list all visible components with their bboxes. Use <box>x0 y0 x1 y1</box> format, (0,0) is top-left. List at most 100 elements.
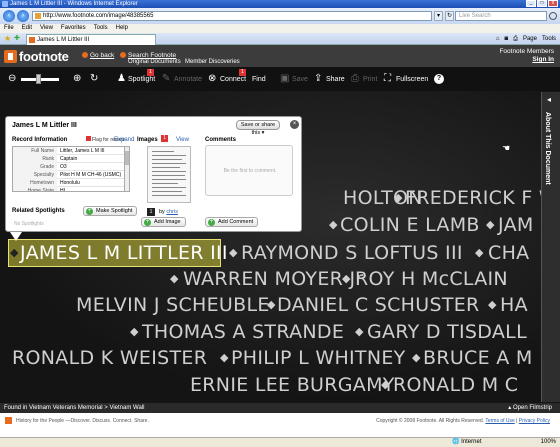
add-image-button[interactable]: + Add Image <box>141 217 186 227</box>
zoom-slider-thumb[interactable] <box>36 74 42 84</box>
menu-file[interactable]: File <box>4 24 14 33</box>
wall-name-bruce: BRUCE A M <box>423 347 533 369</box>
menu-favorites[interactable]: Favorites <box>61 24 86 33</box>
privacy-link[interactable]: Privacy Policy <box>519 418 550 424</box>
images-heading: Images <box>137 137 158 143</box>
member-discoveries-link[interactable]: Member Discoveries <box>185 59 240 65</box>
back-arrow-icon[interactable]: ‹ <box>3 10 15 22</box>
maximize-button[interactable]: □ <box>537 0 547 7</box>
terms-link[interactable]: Terms of Use <box>485 418 514 424</box>
menu-help[interactable]: Help <box>116 24 128 33</box>
go-back-icon <box>82 52 88 59</box>
feeds-icon[interactable]: ◙ <box>505 35 509 43</box>
record-key: Full Name <box>13 147 57 155</box>
viewer-toolbar: ⊖ ⊕ ↻ ♟ Spotlight 1 ✎ Annotate ⊗ Connect… <box>0 67 560 91</box>
connect-count-badge: 1 <box>239 69 246 76</box>
record-scrollbar[interactable] <box>124 146 130 192</box>
document-thumbnail[interactable] <box>147 146 191 203</box>
expand-link[interactable]: Expand <box>114 137 134 143</box>
plus-icon: + <box>208 219 215 226</box>
connect-button[interactable]: Connect <box>220 75 246 84</box>
save-button[interactable]: Save <box>292 75 308 84</box>
menu-tools[interactable]: Tools <box>94 24 108 33</box>
tools-menu[interactable]: Tools <box>542 35 556 43</box>
sign-in-label: Sign In <box>532 56 554 63</box>
menu-edit[interactable]: Edit <box>22 24 32 33</box>
zoom-out-icon[interactable]: ⊖ <box>8 73 16 84</box>
annotate-button[interactable]: Annotate <box>174 75 202 84</box>
wall-name-james-littler: JAMES L M LITTLER III <box>20 242 228 264</box>
spotlight-count-badge: 1 <box>147 69 154 76</box>
found-in-text: Found in Vietnam Veterans Memorial > Vie… <box>4 405 145 411</box>
open-filmstrip-link[interactable]: ▴ Open Filmstrip <box>508 403 552 413</box>
search-footnote-link[interactable]: Search Footnote <box>120 52 176 59</box>
live-search-input[interactable]: Live Search <box>455 11 547 21</box>
window-title: James L M Littler III - Windows Internet… <box>10 1 138 7</box>
record-info-heading: Record Information <box>12 137 68 143</box>
first-comment-text: Be the first to comment. <box>223 168 277 174</box>
menu-bar: File Edit View Favorites Tools Help <box>0 24 560 33</box>
record-scroll-thumb[interactable] <box>125 151 129 165</box>
make-spotlight-label: Make Spotlight <box>96 208 133 214</box>
search-icon[interactable] <box>549 12 557 20</box>
add-favorites-icon[interactable]: ✚ <box>14 35 20 43</box>
home-icon[interactable]: ⌂ <box>496 35 500 43</box>
favorites-star-icon[interactable]: ★ <box>4 35 11 43</box>
record-row: Full Name Littler, James L M III <box>13 147 129 155</box>
wall-diamond: ◆ <box>342 273 351 285</box>
original-documents-link[interactable]: Original Documents <box>128 59 181 65</box>
fullscreen-button[interactable]: Fullscreen <box>396 75 428 84</box>
footnote-footer-icon <box>5 417 12 424</box>
record-row: Grade O3 <box>13 163 129 171</box>
wall-diamond: ◆ <box>486 219 495 231</box>
print-icon[interactable]: ⎙ <box>513 35 518 43</box>
record-value: Pilot H M M CH-46 (USMC) <box>60 172 122 178</box>
save-share-label: Save or share this <box>240 122 276 136</box>
make-spotlight-button[interactable]: + Make Spotlight <box>83 206 138 216</box>
add-comment-button[interactable]: + Add Comment <box>205 217 259 227</box>
wall-diamond: ◆ <box>394 192 403 204</box>
spotlight-card: James L M Littler III Save or share this… <box>5 116 302 232</box>
user-link[interactable]: chris <box>166 209 178 215</box>
save-share-button[interactable]: Save or share this ▾ <box>236 120 280 136</box>
share-button[interactable]: Share <box>326 75 345 84</box>
address-input[interactable]: http://www.footnote.com/image/48385565 <box>32 11 432 21</box>
address-url: http://www.footnote.com/image/48385565 <box>43 13 154 19</box>
zoom-in-icon[interactable]: ⊕ <box>73 73 81 84</box>
record-key: Hometown <box>13 179 57 187</box>
view-images-link[interactable]: View <box>176 137 189 143</box>
refresh-icon[interactable]: ↻ <box>445 11 454 21</box>
print-button[interactable]: Print <box>363 75 377 84</box>
expand-arrow-icon: ◂ <box>547 95 552 104</box>
spotlight-icon: ♟ <box>117 73 126 84</box>
flag-icon <box>86 136 91 141</box>
search-footnote-label: Search Footnote <box>128 52 177 59</box>
save-icon: ▣ <box>280 73 290 84</box>
about-document-tab[interactable]: ◂ About This Document <box>541 92 560 402</box>
page-menu[interactable]: Page <box>523 35 537 43</box>
browser-tab[interactable]: James L M Littler III <box>26 34 156 45</box>
help-icon[interactable]: ? <box>434 74 444 84</box>
find-button[interactable]: Find <box>252 75 266 84</box>
forward-arrow-icon[interactable]: › <box>17 10 29 22</box>
page-footer: History for the People —Discover. Discus… <box>0 413 560 437</box>
close-window-button[interactable]: x <box>548 0 558 7</box>
go-back-link[interactable]: Go back <box>82 52 114 59</box>
card-title: James L M Littler III <box>12 122 77 129</box>
comments-heading: Comments <box>205 137 237 143</box>
zoom-level[interactable]: 100% <box>541 438 556 447</box>
record-table: Full Name Littler, James L M III Rank Ca… <box>12 146 130 192</box>
rotate-icon[interactable]: ↻ <box>90 73 98 84</box>
minimize-button[interactable]: _ <box>526 0 536 7</box>
dropdown-icon[interactable]: ▾ <box>434 11 443 21</box>
spotlight-button[interactable]: Spotlight <box>128 75 155 84</box>
internet-zone-label: Internet <box>461 439 482 445</box>
tab-row: ★ ✚ James L M Littler III ⌂ ◙ ⎙ Page Too… <box>0 33 560 45</box>
footnote-logo[interactable]: footnote <box>4 49 69 64</box>
image-attribution: by chris <box>159 209 178 215</box>
wall-diamond: ◆ <box>355 326 364 338</box>
card-close-icon[interactable]: × <box>290 120 299 129</box>
no-spotlights-text: No Spotlights <box>14 221 44 227</box>
sign-in-link[interactable]: Sign In <box>532 56 554 63</box>
menu-view[interactable]: View <box>40 24 53 33</box>
